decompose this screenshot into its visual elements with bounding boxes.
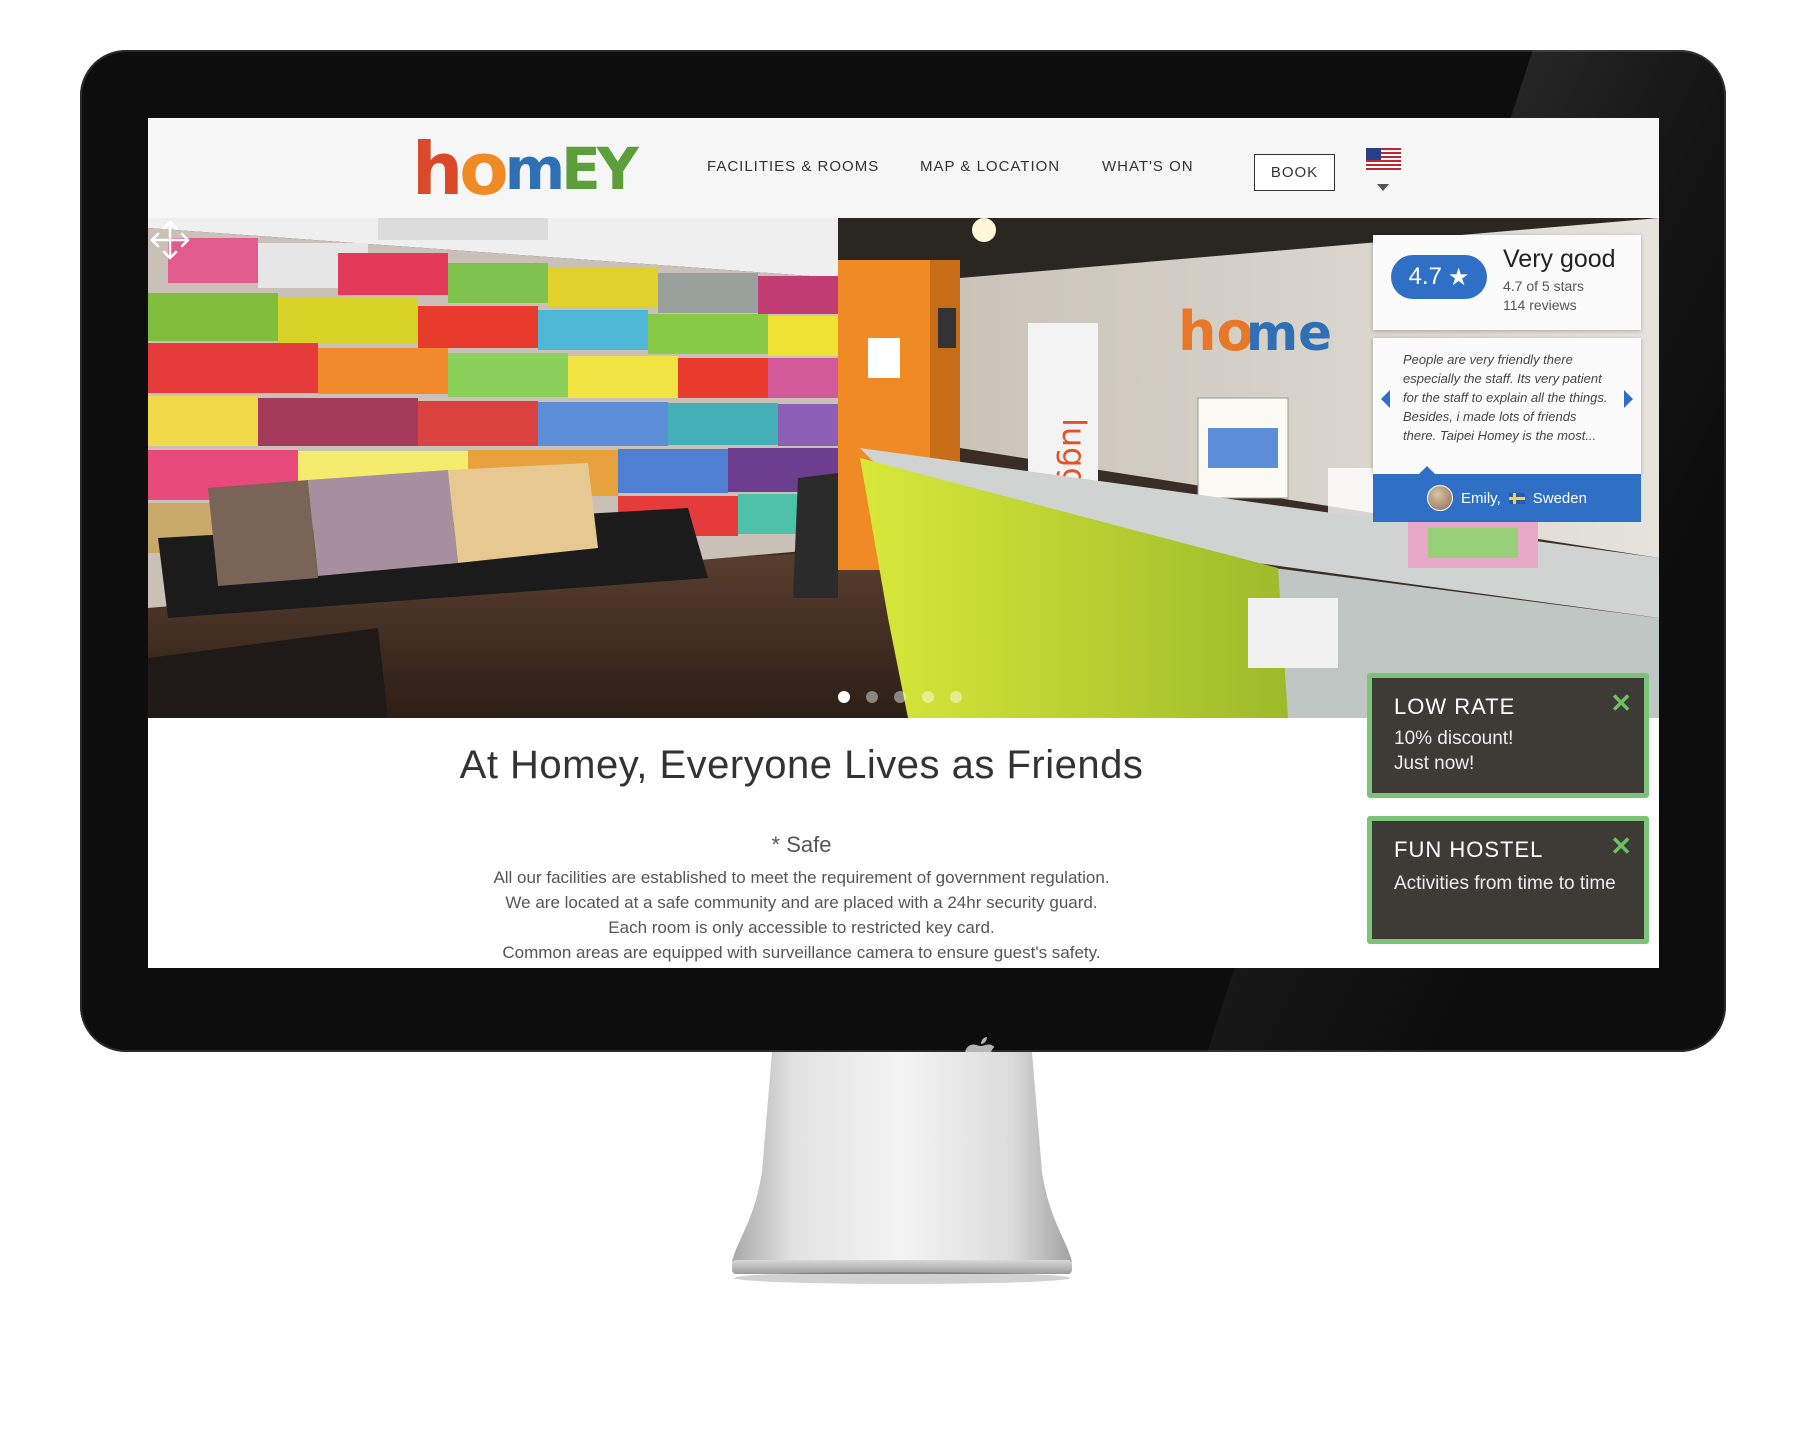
promo-body: 10% discount! Just now! [1394,726,1614,776]
promo-line: 10% discount! [1394,728,1514,749]
section-line: Each room is only accessible to restrict… [608,918,995,937]
svg-text:me: me [1246,304,1332,362]
logo-letter: m [504,135,565,203]
slide-dot[interactable] [838,691,850,703]
rating-card[interactable]: 4.7 ★ Very good 4.7 of 5 stars 114 revie… [1373,235,1641,330]
us-flag-icon[interactable] [1366,148,1401,172]
prev-review-icon[interactable] [1381,390,1390,408]
monitor-stand [732,1052,1072,1284]
review-count[interactable]: 114 reviews [1503,297,1577,313]
language-dropdown-icon[interactable] [1377,184,1389,191]
reviewer-name: Emily, [1461,489,1501,507]
reviewer-pointer [1419,466,1435,474]
section-line: We are located at a safe community and a… [505,893,1098,912]
promo-fun-hostel[interactable]: FUN HOSTEL Activities from time to time … [1367,816,1649,944]
rating-subtitle: 4.7 of 5 stars [1503,278,1584,294]
promo-body: Activities from time to time [1394,873,1616,894]
slide-dot[interactable] [866,691,878,703]
next-review-icon[interactable] [1624,390,1633,408]
nav-map-location[interactable]: MAP & LOCATION [920,158,1060,175]
star-icon: ★ [1447,263,1470,291]
nav-whats-on[interactable]: WHAT'S ON [1102,158,1194,175]
slide-dot[interactable] [950,691,962,703]
reviewer-bar: Emily, Sweden [1373,466,1641,522]
review-card: People are very friendly there especiall… [1373,338,1641,474]
close-icon[interactable]: ✕ [1610,688,1632,719]
rating-title: Very good [1503,245,1616,273]
close-icon[interactable]: ✕ [1610,831,1632,862]
promo-title: LOW RATE [1394,694,1516,719]
slide-dot[interactable] [894,691,906,703]
nav-facilities-rooms[interactable]: FACILITIES & ROOMS [707,158,879,175]
reviewer-country: Sweden [1532,489,1587,507]
rating-score: 4.7 [1408,263,1442,290]
logo-letter: o [459,127,509,211]
homey-logo[interactable]: homEY [412,127,639,211]
promo-title: FUN HOSTEL [1394,837,1544,862]
apple-logo-icon [965,1037,995,1052]
logo-letter: E [561,135,601,203]
review-text: People are very friendly there especiall… [1403,352,1608,443]
slide-pagination [838,691,962,703]
logo-letter: Y [596,135,639,203]
slide-dot[interactable] [922,691,934,703]
promo-low-rate[interactable]: LOW RATE 10% discount! Just now! ✕ [1367,673,1649,798]
sweden-flag-icon [1508,492,1525,504]
section-line: Common areas are equipped with surveilla… [502,943,1101,962]
avatar [1427,485,1454,511]
book-button[interactable]: BOOK [1254,154,1335,191]
hero-panorama[interactable]: luggage ho me [148,218,1659,718]
move-pan-icon[interactable] [148,218,192,262]
site-header: homEY FACILITIES & ROOMS MAP & LOCATION … [148,118,1659,218]
page-headline: At Homey, Everyone Lives as Friends [459,743,1144,787]
browser-screen: homEY FACILITIES & ROOMS MAP & LOCATION … [148,118,1659,968]
logo-letter: h [412,127,463,211]
promo-line: Just now! [1394,753,1475,774]
rating-badge: 4.7 ★ [1391,255,1487,299]
svg-text:ho: ho [1178,300,1254,363]
section-title: * Safe [771,832,832,857]
section-line: All our facilities are established to me… [493,868,1110,887]
